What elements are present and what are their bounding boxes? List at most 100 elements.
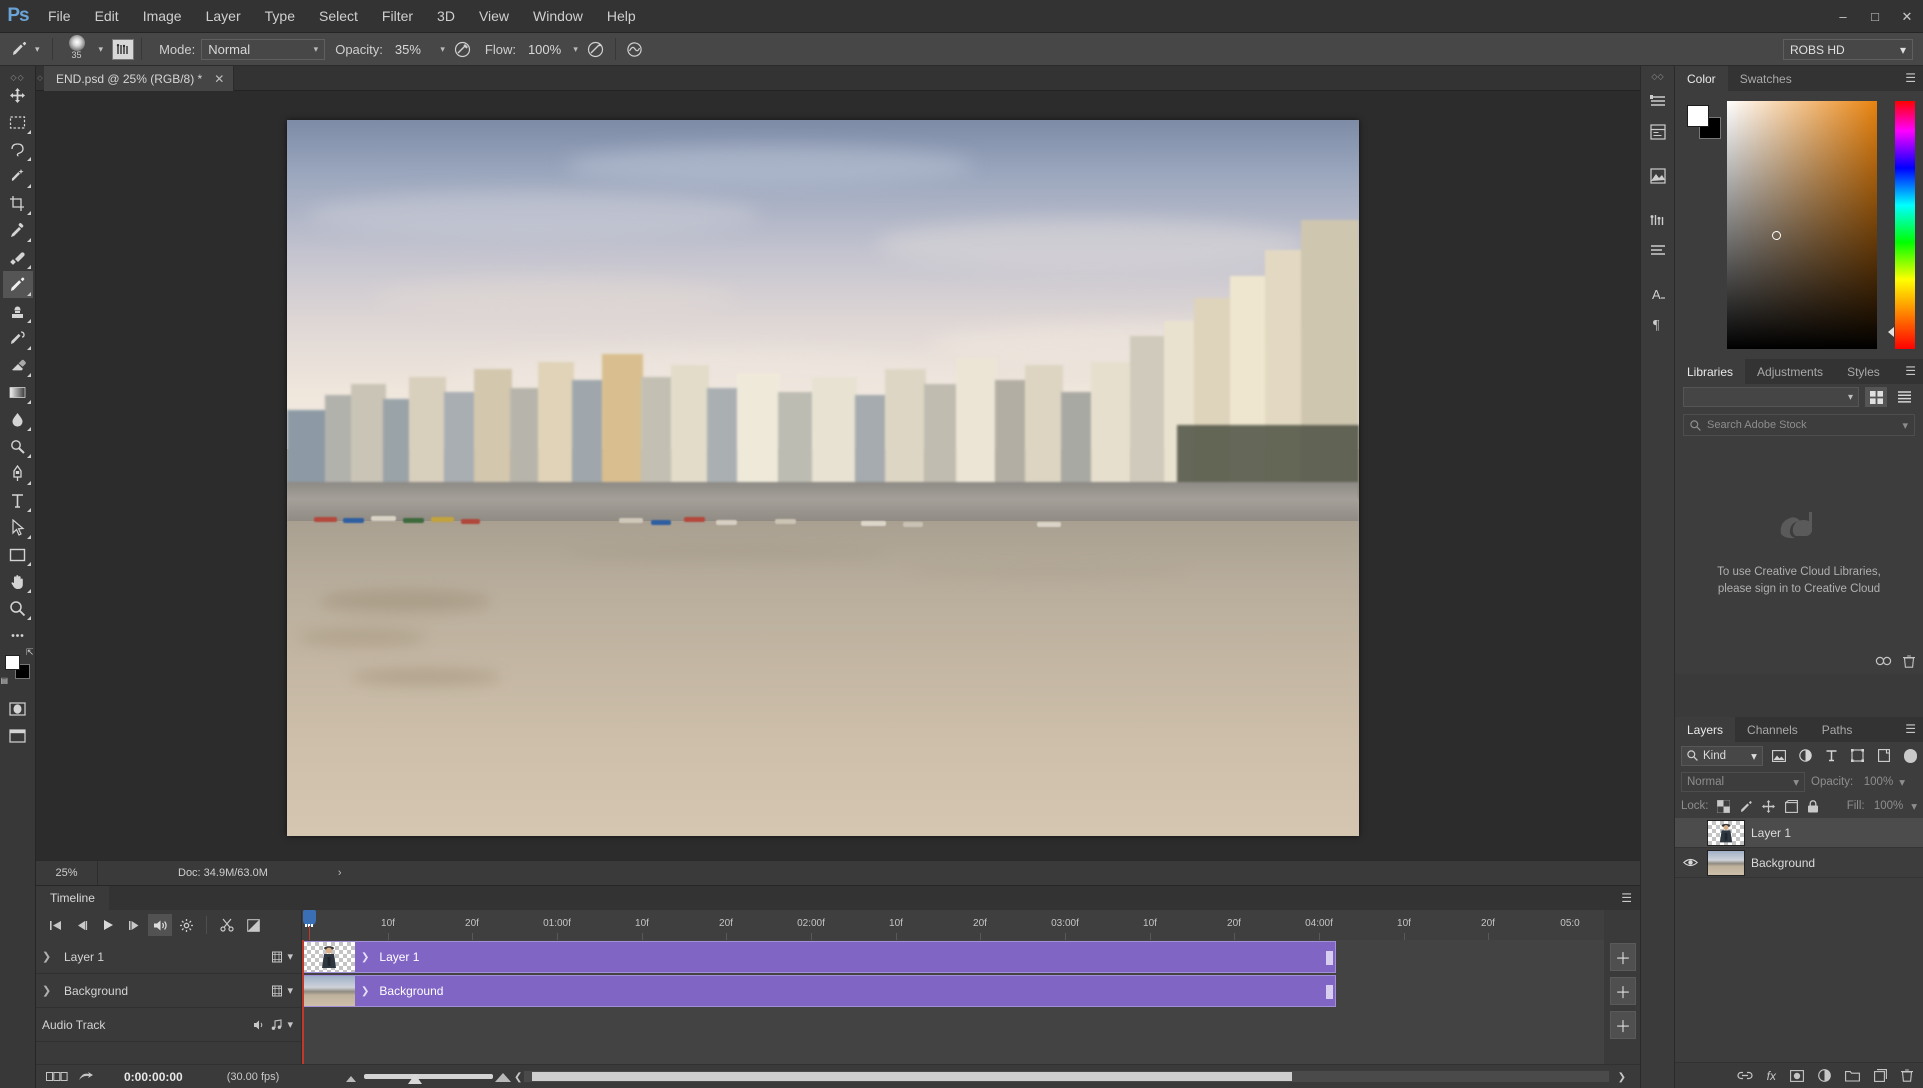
flow-input[interactable]: 100% ▾ <box>522 39 584 60</box>
add-audio-button[interactable]: ＋ <box>1610 1011 1636 1039</box>
tab-adjustments[interactable]: Adjustments <box>1745 359 1835 384</box>
layer-name[interactable]: Layer 1 <box>1751 826 1791 840</box>
filter-enable-togg[interactable] <box>1904 749 1917 763</box>
timeline-ruler[interactable]: 10f 20f 01:00f 10f 20f 02:00f 10f 20f 03… <box>301 910 1604 940</box>
menu-layer[interactable]: Layer <box>194 0 253 33</box>
layer-thumbnail[interactable] <box>1707 850 1745 876</box>
foreground-color-swatch[interactable] <box>1687 105 1709 127</box>
lock-transparent-pixels-icon[interactable] <box>1717 798 1731 814</box>
library-select[interactable]: ▾ <box>1683 387 1859 407</box>
zoom-slider-handle[interactable] <box>408 1074 422 1084</box>
smoothing-options-icon[interactable] <box>623 38 647 60</box>
maximize-button[interactable]: □ <box>1859 0 1891 33</box>
menu-type[interactable]: Type <box>253 0 307 33</box>
track-options[interactable]: ▾ <box>271 950 293 963</box>
history-panel-icon[interactable] <box>1644 87 1672 117</box>
layer-blend-mode-select[interactable]: Normal ▾ <box>1681 772 1805 792</box>
chevron-down-icon[interactable]: ▾ <box>287 1018 293 1031</box>
timeline-playhead[interactable] <box>303 910 316 926</box>
zoom-level-field[interactable]: 25% <box>36 861 98 886</box>
adobe-stock-search[interactable]: Search Adobe Stock ▾ <box>1683 414 1915 436</box>
expand-icon[interactable]: ❯ <box>42 984 58 997</box>
menu-view[interactable]: View <box>467 0 521 33</box>
foreground-color-swatch[interactable] <box>5 655 20 670</box>
menu-window[interactable]: Window <box>521 0 595 33</box>
layer-row-layer-1[interactable]: Layer 1 <box>1675 818 1923 848</box>
menu-select[interactable]: Select <box>307 0 370 33</box>
tool-eyedropper[interactable] <box>3 217 33 244</box>
close-button[interactable]: ✕ <box>1891 0 1923 33</box>
menu-file[interactable]: File <box>36 0 83 33</box>
layer-filter-kind-select[interactable]: Kind ▾ <box>1681 746 1763 766</box>
timeline-settings-button[interactable] <box>174 914 198 936</box>
tool-rectangular-marquee[interactable] <box>3 109 33 136</box>
shape-filter-icon[interactable] <box>1848 746 1868 766</box>
tool-spot-healing-brush[interactable] <box>3 244 33 271</box>
workspace-switcher[interactable]: ROBS HD ▾ <box>1783 39 1913 60</box>
frame-rate-display[interactable]: (30.00 fps) <box>227 1071 280 1083</box>
render-video-icon[interactable] <box>78 1071 94 1082</box>
brush-tool-preset-caret[interactable]: ▾ <box>30 44 45 55</box>
scrollbar-thumb[interactable] <box>532 1072 1292 1081</box>
clip-expand-icon[interactable]: ❯ <box>361 952 369 963</box>
tool-dodge[interactable] <box>3 433 33 460</box>
chevron-down-icon[interactable]: ▾ <box>1911 799 1917 813</box>
status-bar-menu-icon[interactable]: › <box>338 867 342 879</box>
brush-settings-panel-icon[interactable] <box>1644 205 1672 235</box>
clip-end-handle[interactable] <box>1326 951 1333 965</box>
character-panel-icon[interactable]: A <box>1644 279 1672 309</box>
hue-slider-marker[interactable] <box>1888 327 1894 337</box>
brush-icon[interactable] <box>8 38 30 60</box>
document-canvas[interactable] <box>287 120 1359 836</box>
tab-channels[interactable]: Channels <box>1735 717 1810 742</box>
quick-mask-button[interactable] <box>3 695 33 722</box>
timeline-zoom-slider[interactable] <box>346 1068 511 1084</box>
scroll-right-icon[interactable]: ❯ <box>1618 1072 1626 1083</box>
tool-crop[interactable] <box>3 190 33 217</box>
adjustment-layer-icon[interactable] <box>1818 1069 1831 1082</box>
delete-layer-icon[interactable] <box>1901 1069 1913 1082</box>
lock-all-icon[interactable] <box>1806 798 1820 814</box>
clip-end-handle[interactable] <box>1326 985 1333 999</box>
paragraph-panel-icon[interactable]: ¶ <box>1644 309 1672 339</box>
timeline-clip-layer-1[interactable]: ❯ Layer 1 <box>302 941 1336 973</box>
convert-to-frame-animation-icon[interactable] <box>46 1072 68 1081</box>
tool-clone-stamp[interactable] <box>3 298 33 325</box>
play-button[interactable] <box>96 914 120 936</box>
lock-artboard-icon[interactable] <box>1784 798 1798 814</box>
new-layer-icon[interactable] <box>1874 1069 1887 1082</box>
timeline-clip-background[interactable]: ❯ Background <box>302 975 1336 1007</box>
tab-paths[interactable]: Paths <box>1810 717 1865 742</box>
tab-bar-grip[interactable]: ◇ <box>36 66 44 90</box>
lock-image-pixels-icon[interactable] <box>1739 798 1753 814</box>
add-media-background-button[interactable]: ＋ <box>1610 977 1636 1005</box>
chevron-down-icon[interactable]: ▾ <box>1899 775 1905 789</box>
tool-quick-selection[interactable] <box>3 163 33 190</box>
canvas-area[interactable] <box>36 91 1640 860</box>
lock-position-icon[interactable] <box>1761 798 1775 814</box>
tool-horizontal-type[interactable] <box>3 487 33 514</box>
tool-move[interactable] <box>3 82 33 109</box>
fill-value[interactable]: 100% <box>1873 800 1904 812</box>
new-group-icon[interactable] <box>1845 1070 1860 1082</box>
timeline-track-layer-1[interactable]: ❯ Layer 1 ▾ <box>36 940 301 974</box>
tab-libraries[interactable]: Libraries <box>1675 359 1745 384</box>
panel-menu-icon[interactable]: ☰ <box>1621 891 1632 905</box>
link-layers-icon[interactable] <box>1737 1070 1753 1081</box>
tool-brush[interactable] <box>3 271 33 298</box>
timeline-track-audio[interactable]: Audio Track ▾ <box>36 1008 301 1042</box>
tool-eraser[interactable] <box>3 352 33 379</box>
tab-layers[interactable]: Layers <box>1675 717 1735 742</box>
menu-3d[interactable]: 3D <box>425 0 467 33</box>
layer-visibility-toggle[interactable] <box>1679 857 1701 868</box>
tool-rectangle[interactable] <box>3 541 33 568</box>
close-icon[interactable]: ✕ <box>214 72 224 86</box>
menu-edit[interactable]: Edit <box>83 0 131 33</box>
pixel-filter-icon[interactable] <box>1769 746 1789 766</box>
audio-track-options[interactable]: ▾ <box>253 1018 293 1031</box>
document-tab[interactable]: END.psd @ 25% (RGB/8) * ✕ <box>44 66 234 91</box>
adjustment-filter-icon[interactable] <box>1795 746 1815 766</box>
timeline-clip-area[interactable]: ❯ Layer 1 ❯ Background <box>301 940 1604 1064</box>
chevron-down-icon[interactable]: ▾ <box>287 950 293 963</box>
delete-library-icon[interactable] <box>1903 655 1915 668</box>
